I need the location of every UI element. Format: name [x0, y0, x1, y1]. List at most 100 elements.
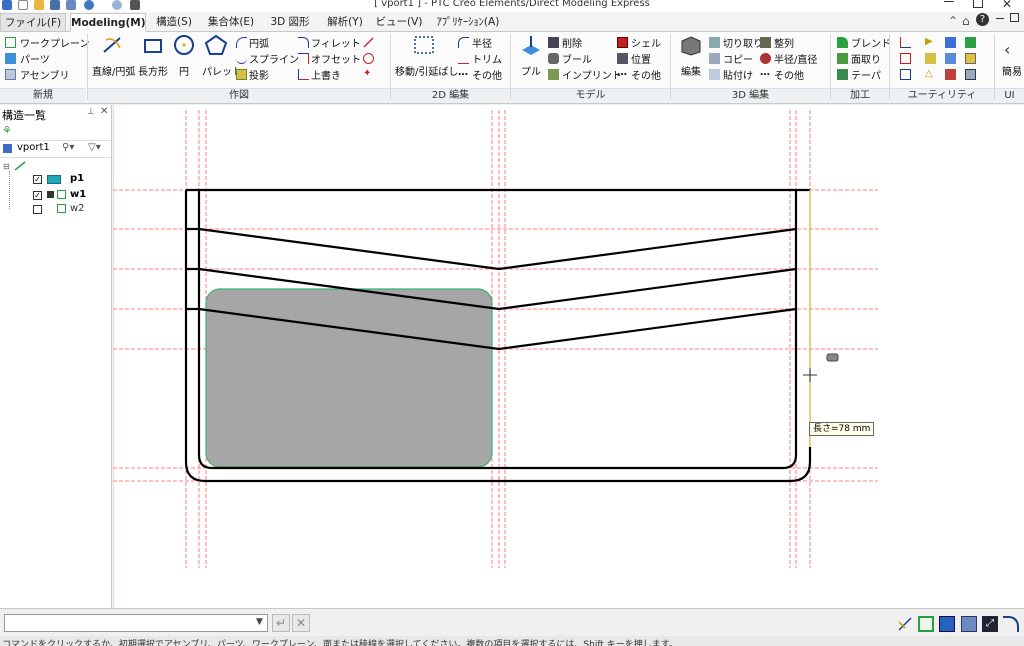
chamfer-button[interactable]: 面取り	[851, 51, 881, 66]
checkbox-w1[interactable]: ✓	[33, 191, 42, 200]
overwrite-button[interactable]: 上書き	[311, 67, 341, 82]
maximize-icon[interactable]	[973, 0, 983, 8]
pin-icon[interactable]: ⊥	[87, 107, 95, 117]
viewport-label[interactable]: vport1	[17, 142, 50, 153]
minimize-icon[interactable]	[944, 1, 954, 2]
clip-icon[interactable]	[900, 69, 911, 80]
tab-application[interactable]: ｱﾌﾟﾘｹｰｼｮﾝ(A)	[428, 13, 508, 32]
cube-icon[interactable]	[965, 37, 976, 48]
binoculars-icon[interactable]: ⚲▾	[62, 142, 74, 153]
spline-button[interactable]: スプライン	[249, 51, 299, 66]
spline-icon	[236, 53, 247, 64]
arc-button[interactable]: 円弧	[249, 35, 269, 50]
edit3d-other-button[interactable]: その他	[774, 67, 804, 82]
rectangle-button[interactable]: 長方形	[138, 63, 168, 78]
group-new: 新規	[0, 88, 86, 103]
drawing-area[interactable]	[112, 105, 1024, 608]
copy-button[interactable]: コピー	[723, 51, 753, 66]
tab-view[interactable]: ビュー(V)	[372, 13, 426, 32]
line-tool-icon[interactable]	[363, 37, 374, 48]
tab-modeling[interactable]: Modeling(M)	[70, 13, 146, 32]
model-other-button[interactable]: その他	[631, 67, 661, 82]
point-tool-icon[interactable]: ✦	[363, 69, 374, 80]
ribbon-tabs: ファイル(F) Modeling(M) 構造(S) 集合体(E) 3D 図形 解…	[0, 12, 1024, 32]
imprint-button[interactable]: インプリント	[562, 67, 622, 82]
select-icon[interactable]: △	[925, 69, 936, 80]
fillet-button[interactable]: フィレット	[311, 35, 361, 50]
collapse-ribbon-icon[interactable]: ⌃	[948, 14, 958, 28]
minimize-doc-icon[interactable]	[996, 18, 1004, 19]
measure-icon[interactable]	[900, 37, 911, 48]
trim-icon	[458, 53, 469, 64]
shaded-display-icon[interactable]	[939, 616, 955, 632]
line-arc-button[interactable]: 直線/円弧	[92, 63, 135, 78]
tab-file[interactable]: ファイル(F)	[0, 13, 66, 32]
circle-tool-icon[interactable]	[363, 53, 374, 64]
simple-button[interactable]: 簡易	[1002, 63, 1022, 78]
checkbox-w2[interactable]	[33, 205, 42, 214]
edit2d-other-button[interactable]: その他	[472, 67, 502, 82]
circle-button[interactable]: 円	[179, 63, 189, 78]
radius-button[interactable]: 半径	[472, 35, 492, 50]
assembly-button[interactable]: アセンブリ	[20, 67, 70, 82]
parts-button[interactable]: パーツ	[20, 51, 50, 66]
close-window-icon[interactable]: ✕	[1002, 0, 1012, 11]
workplane-display-icon[interactable]	[918, 616, 934, 632]
tab-analysis[interactable]: 解析(Y)	[320, 13, 370, 32]
help-icon[interactable]: ?	[976, 13, 989, 26]
modeling-viewport[interactable]: 長さ=78 mm	[112, 105, 1024, 608]
home-icon[interactable]: ⌂	[962, 14, 970, 28]
hidden-line-icon[interactable]	[961, 616, 977, 632]
part-icon	[47, 175, 61, 184]
align-button[interactable]: 整列	[774, 35, 794, 50]
tab-structure[interactable]: 構造(S)	[148, 13, 200, 32]
blend-icon	[837, 37, 848, 48]
tab-3d-shape[interactable]: 3D 図形	[262, 13, 318, 32]
layer-icon[interactable]	[965, 53, 976, 64]
edit-button[interactable]: 編集	[681, 63, 701, 78]
rotate-view-icon[interactable]	[1003, 616, 1019, 632]
table-icon[interactable]	[965, 69, 976, 80]
shell-button[interactable]: シェル	[631, 35, 661, 50]
restore-doc-icon[interactable]	[1010, 13, 1019, 22]
enter-icon[interactable]: ↵	[272, 614, 290, 632]
color-icon[interactable]	[945, 69, 956, 80]
tree-item-w2[interactable]: w2	[70, 203, 85, 214]
cancel-icon[interactable]: ✕	[292, 614, 310, 632]
chevron-left-icon[interactable]: ‹	[1004, 40, 1010, 59]
fit-view-icon[interactable]: ⤢	[982, 616, 998, 632]
panel-title: 構造一覧	[2, 109, 46, 122]
checkbox-p1[interactable]: ✓	[33, 175, 42, 184]
group-3d-edit: 3D 編集	[671, 88, 830, 103]
command-input[interactable]	[4, 614, 268, 632]
trim-button[interactable]: トリム	[472, 51, 502, 66]
paste-button[interactable]: 貼付け	[723, 67, 753, 82]
tree-item-p1[interactable]: p1	[70, 173, 84, 184]
chevron-down-icon[interactable]: ▼	[256, 617, 263, 627]
workplane-button[interactable]: ワークプレーン	[20, 35, 90, 50]
property-icon[interactable]	[945, 53, 956, 64]
view-icon[interactable]	[945, 37, 956, 48]
position-button[interactable]: 位置	[631, 51, 651, 66]
offset-button[interactable]: オフセット	[311, 51, 361, 66]
blend-button[interactable]: ブレンド	[851, 35, 891, 50]
radius-diameter-button[interactable]: 半径/直径	[774, 51, 817, 66]
close-panel-icon[interactable]: ✕	[100, 106, 108, 117]
cut-button[interactable]: 切り取り	[723, 35, 763, 50]
radius-icon	[458, 37, 469, 48]
filter-icon[interactable]: ▽▾	[88, 142, 101, 153]
project-button[interactable]: 投影	[249, 67, 269, 82]
tree-structure-icon[interactable]: ⚘	[2, 125, 14, 137]
pointer-icon[interactable]: ▶	[925, 37, 936, 48]
snap-icon[interactable]	[897, 616, 913, 632]
note-icon[interactable]	[925, 53, 936, 64]
collapse-icon[interactable]: ⊟	[3, 162, 10, 171]
tab-assembly[interactable]: 集合体(E)	[202, 13, 260, 32]
taper-button[interactable]: テーパ	[851, 67, 881, 82]
section-icon[interactable]	[900, 53, 911, 64]
tree-item-w1[interactable]: w1	[70, 189, 86, 200]
boolean-button[interactable]: ブール	[562, 51, 592, 66]
pull-button[interactable]: プル	[521, 63, 541, 78]
delete-button[interactable]: 削除	[562, 35, 582, 50]
move-stretch-button[interactable]: 移動/引延ばし	[395, 63, 458, 78]
